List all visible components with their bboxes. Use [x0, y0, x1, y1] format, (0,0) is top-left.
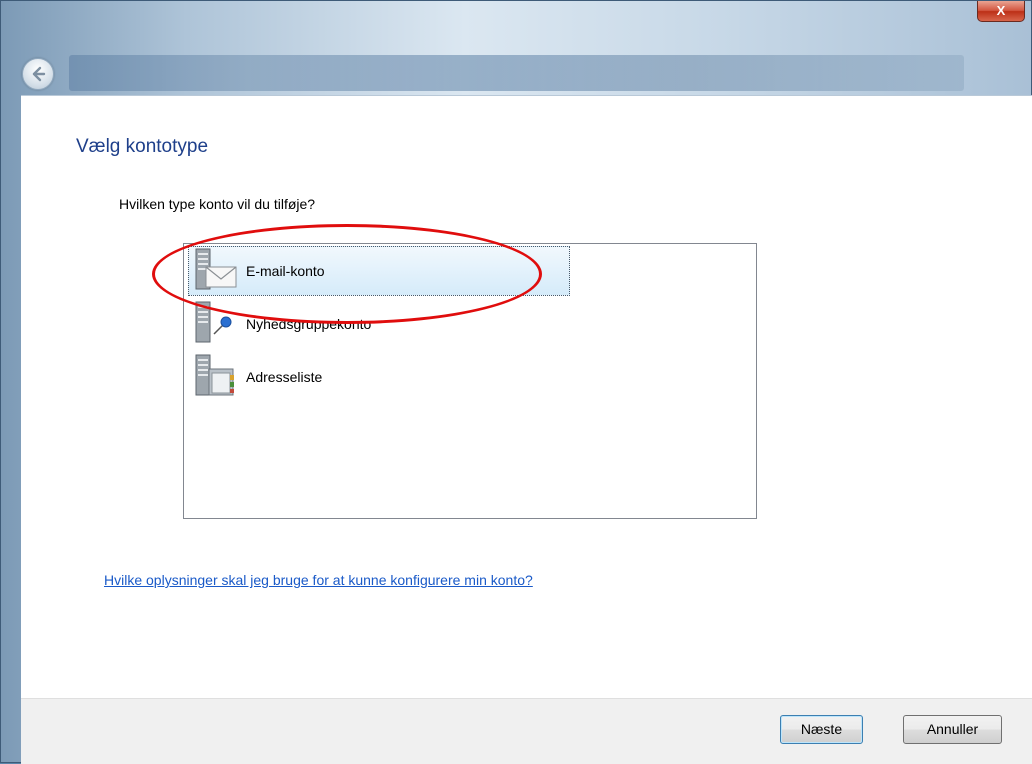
list-item-directory-account[interactable]: Adresseliste: [189, 352, 569, 402]
blurred-address-bar: [69, 55, 964, 91]
page-title: Vælg kontotype: [76, 136, 209, 157]
list-item-label: Adresseliste: [246, 369, 323, 385]
list-item-label: Nyhedsgruppekonto: [246, 316, 372, 332]
newsgroup-server-icon: [195, 301, 232, 343]
back-arrow-icon: [32, 66, 46, 82]
back-button[interactable]: [22, 58, 54, 90]
email-server-icon: [195, 248, 237, 290]
list-item-label: E-mail-konto: [246, 263, 325, 279]
wizard-content: Vælg kontotype Hvilken type konto vil du…: [21, 95, 1032, 698]
directory-server-icon: [195, 354, 234, 396]
wizard-footer: Næste Annuller: [21, 698, 1032, 764]
cancel-button[interactable]: Annuller: [903, 715, 1002, 744]
account-type-list[interactable]: E-mail-konto Nyhedsgruppekonto Adresseli…: [183, 243, 757, 519]
add-account-dialog: X Vælg kontotype Hvilken type konto vil …: [0, 0, 1032, 764]
help-link[interactable]: Hvilke oplysninger skal jeg bruge for at…: [104, 572, 533, 588]
close-button[interactable]: X: [977, 1, 1025, 22]
title-bar: X: [1, 1, 1031, 45]
list-item-email-account[interactable]: E-mail-konto: [188, 246, 570, 296]
account-type-question: Hvilken type konto vil du tilføje?: [119, 196, 316, 212]
list-item-newsgroup-account[interactable]: Nyhedsgruppekonto: [189, 299, 569, 349]
next-button[interactable]: Næste: [780, 715, 863, 744]
